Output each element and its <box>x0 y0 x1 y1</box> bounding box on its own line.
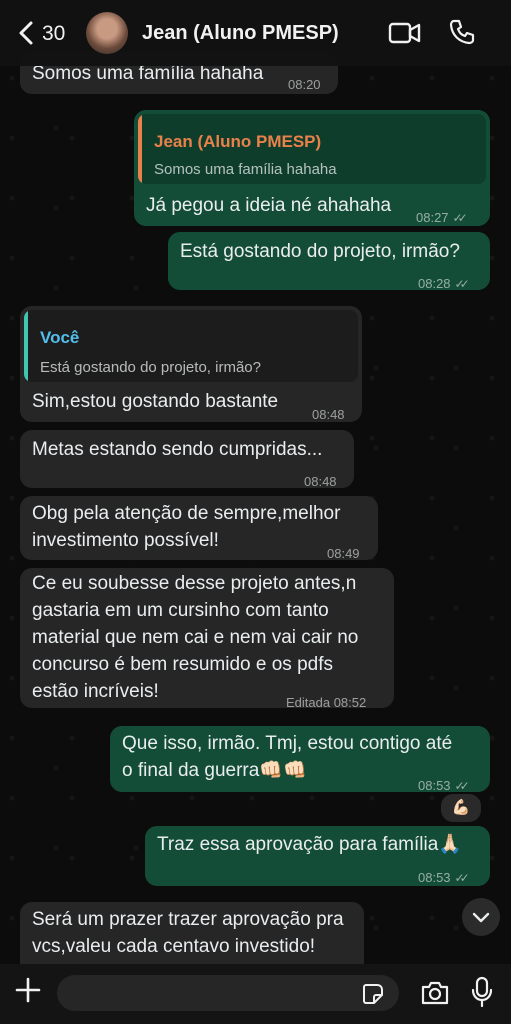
unread-count[interactable]: 30 <box>42 22 65 46</box>
scroll-to-bottom-button[interactable] <box>462 898 500 936</box>
quoted-message[interactable]: Você Está gostando do projeto, irmão? <box>24 310 358 382</box>
quote-bar <box>24 310 28 382</box>
message-time: 08:49 <box>327 546 360 561</box>
message-incoming[interactable]: Metas estando sendo cumpridas... 08:48 <box>20 430 354 489</box>
message-text: Sim,estou gostando bastante <box>32 391 279 412</box>
message-incoming[interactable]: Ce eu soubesse desse projeto antes,n gas… <box>20 568 394 710</box>
message-incoming[interactable]: Obg pela atenção de sempre,melhor invest… <box>20 496 378 561</box>
reaction-badge[interactable]: 💪🏻 <box>439 792 483 824</box>
quote-bar <box>138 114 142 184</box>
message-text: Metas estando sendo cumpridas... <box>32 439 323 460</box>
read-receipt-icon: ✓✓ <box>454 871 470 885</box>
message-text: Está gostando do projeto, irmão? <box>180 241 460 262</box>
message-time: 08:48 <box>304 474 337 489</box>
quoted-message[interactable]: Jean (Aluno PMESP) Somos uma família hah… <box>138 114 486 184</box>
sticker-icon[interactable] <box>362 983 384 1005</box>
message-outgoing[interactable]: Jean (Aluno PMESP) Somos uma família hah… <box>134 110 490 226</box>
message-time: 08:48 <box>312 407 345 422</box>
message-text: Traz essa aprovação para família🙏🏻 <box>157 834 462 855</box>
message-outgoing[interactable]: Que isso, irmão. Tmj, estou contigo até … <box>110 726 490 793</box>
chevron-down-icon <box>472 912 490 923</box>
quote-author: Jean (Aluno PMESP) <box>154 132 322 151</box>
quote-text: Somos uma família hahaha <box>154 161 337 178</box>
avatar[interactable] <box>86 12 128 54</box>
contact-name[interactable]: Jean (Aluno PMESP) <box>142 22 339 45</box>
microphone-icon[interactable] <box>470 976 494 1008</box>
quote-author: Você <box>40 328 80 347</box>
message-text: Que isso, irmão. Tmj, estou contigo até … <box>122 733 453 781</box>
back-chevron-icon[interactable] <box>12 18 42 48</box>
read-receipt-icon: ✓✓ <box>454 277 470 291</box>
message-time: 08:20 <box>288 77 321 92</box>
plus-icon[interactable] <box>14 976 42 1004</box>
message-outgoing[interactable]: Traz essa aprovação para família🙏🏻 08:53… <box>145 826 490 886</box>
message-time: Editada 08:52 <box>286 695 367 710</box>
phone-icon[interactable] <box>448 18 476 46</box>
message-outgoing[interactable]: Está gostando do projeto, irmão? 08:28 ✓✓ <box>168 232 490 291</box>
message-time: 08:27 ✓✓ <box>416 204 468 232</box>
message-input[interactable] <box>57 975 399 1011</box>
message-incoming[interactable]: Você Está gostando do projeto, irmão? Si… <box>20 306 362 422</box>
video-call-icon[interactable] <box>388 20 422 46</box>
message-time: 08:28 ✓✓ <box>418 270 470 298</box>
camera-icon[interactable] <box>420 980 450 1006</box>
message-text: Ce eu soubesse desse projeto antes,n gas… <box>32 573 359 702</box>
message-text: Será um prazer trazer aprovação pra vcs,… <box>32 909 344 957</box>
message-time: 08:53 ✓✓ <box>418 864 470 892</box>
quote-text: Está gostando do projeto, irmão? <box>40 359 261 376</box>
message-text: Já pegou a ideia né ahahaha <box>146 195 392 216</box>
message-text: Obg pela atenção de sempre,melhor invest… <box>32 503 341 551</box>
read-receipt-icon: ✓✓ <box>452 211 468 225</box>
